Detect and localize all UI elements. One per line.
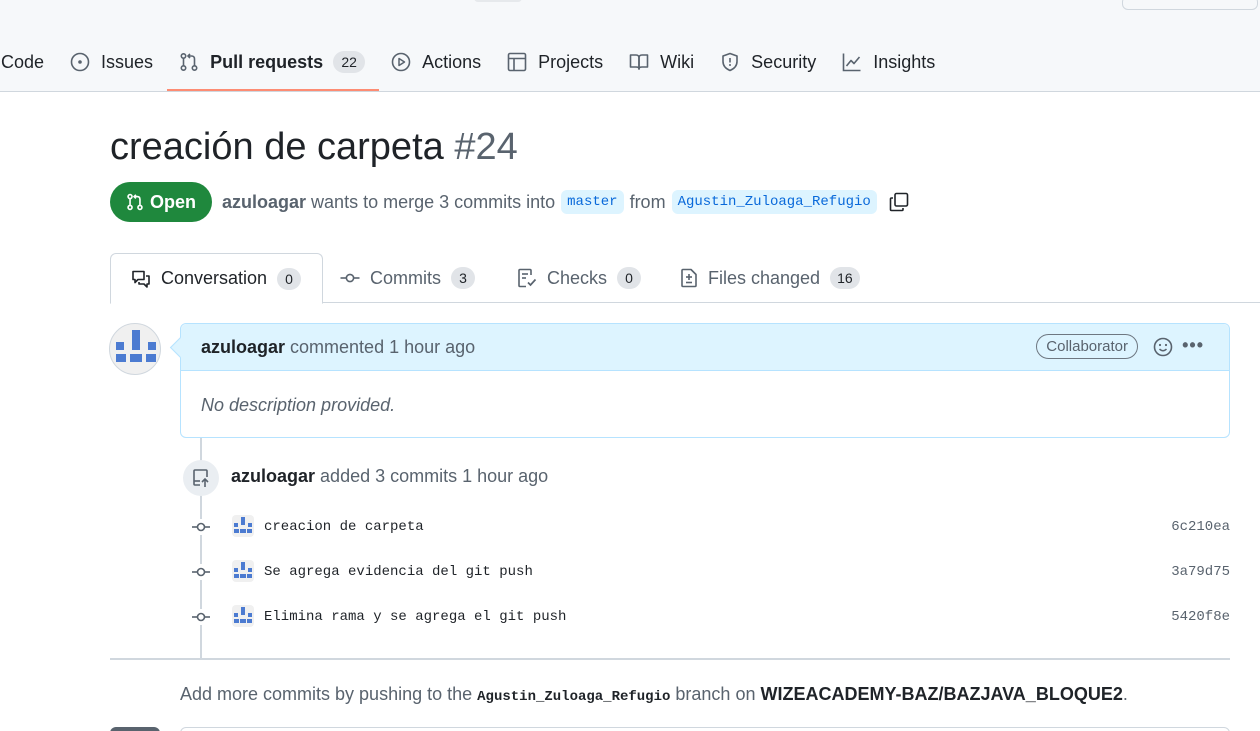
pr-title: creación de carpeta #24: [110, 126, 518, 169]
kebab-horizontal-icon[interactable]: •••: [1182, 335, 1204, 356]
nav-security[interactable]: Security: [708, 36, 830, 88]
commit-row: Se agrega evidencia del git push 3a79d75: [190, 560, 1230, 584]
pr-title-text: creación de carpeta: [110, 126, 444, 168]
push-hint-repo-link[interactable]: WIZEACADEMY-BAZ/BAZJAVA_BLOQUE2: [760, 684, 1122, 704]
checklist-icon: [517, 268, 537, 288]
event-text: added 3 commits 1 hour ago: [320, 466, 549, 486]
comment-body: No description provided.: [201, 395, 396, 415]
base-branch[interactable]: master: [561, 190, 624, 214]
nav-pull-requests-label: Pull requests: [210, 51, 324, 72]
tab-conversation[interactable]: Conversation 0: [110, 253, 324, 304]
play-icon: [391, 52, 411, 72]
pr-author-link[interactable]: azuloagar: [222, 192, 306, 213]
header-clipped-button[interactable]: [1122, 0, 1258, 10]
nav-security-label: Security: [751, 51, 817, 72]
repo-header: Code Issues Pull requests 22 Actions Pro…: [0, 0, 1260, 92]
nav-issues-label: Issues: [101, 51, 154, 72]
merge-text: wants to merge 3 commits into: [311, 191, 556, 212]
git-commit-icon: [191, 609, 211, 625]
role-badge: Collaborator: [1036, 334, 1138, 359]
tab-commits[interactable]: Commits 3: [340, 253, 475, 303]
avatar[interactable]: [109, 323, 161, 375]
commit-row: Elimina rama y se agrega el git push 542…: [190, 605, 1230, 629]
comment-time[interactable]: 1 hour ago: [389, 337, 475, 358]
tab-files-changed-count: 16: [830, 267, 860, 289]
event-author-link[interactable]: azuloagar: [231, 466, 315, 486]
commits-added-event: azuloagar added 3 commits 1 hour ago: [231, 466, 548, 487]
nav-actions[interactable]: Actions: [379, 36, 495, 88]
pr-tabs: Conversation 0 Commits 3 Checks 0 Files …: [110, 253, 1260, 304]
nav-projects[interactable]: Projects: [495, 36, 617, 88]
tab-files-changed-label: Files changed: [708, 267, 821, 288]
tab-checks[interactable]: Checks 0: [517, 253, 642, 303]
push-hint-suffix: .: [1122, 684, 1128, 704]
commit-message-link[interactable]: Se agrega evidencia del git push: [264, 564, 533, 580]
commit-sha-link[interactable]: 5420f8e: [1171, 609, 1230, 625]
tab-conversation-label: Conversation: [161, 268, 268, 288]
nav-wiki-label: Wiki: [660, 51, 695, 72]
state-badge: Open: [110, 182, 213, 222]
tab-files-changed[interactable]: Files changed 16: [680, 253, 860, 303]
git-commit-icon: [340, 268, 360, 288]
pr-state-row: Open azuloagar wants to merge 3 commits …: [110, 182, 909, 222]
push-hint-middle: branch on: [675, 684, 756, 704]
nav-actions-label: Actions: [422, 51, 482, 72]
tab-checks-count: 0: [617, 267, 642, 289]
avatar[interactable]: [232, 560, 254, 582]
comment-header: azuloagar commented 1 hour ago Collabora…: [181, 324, 1229, 371]
repo-push-icon: [183, 460, 219, 496]
graph-icon: [842, 52, 862, 72]
from-text: from: [629, 191, 666, 212]
repo-nav: Code Issues Pull requests 22 Actions Pro…: [0, 36, 949, 92]
avatar[interactable]: [232, 515, 254, 537]
file-diff-icon: [680, 268, 698, 288]
git-pull-request-icon: [127, 193, 143, 211]
state-label: Open: [150, 191, 197, 212]
commit-message-link[interactable]: Elimina rama y se agrega el git push: [264, 609, 566, 625]
git-commit-icon: [191, 519, 211, 535]
push-hint: Add more commits by pushing to the Agust…: [180, 684, 1128, 705]
shield-icon: [720, 52, 740, 72]
head-branch[interactable]: Agustin_Zuloaga_Refugio: [671, 190, 877, 214]
nav-code-label: Code: [1, 51, 45, 72]
comment-action: commented: [290, 336, 385, 357]
avatar[interactable]: [232, 605, 254, 627]
timeline-divider: [110, 658, 1230, 660]
pull-requests-count: 22: [333, 51, 366, 73]
tab-checks-label: Checks: [547, 267, 608, 288]
nav-issues[interactable]: Issues: [58, 36, 167, 88]
commit-sha-link[interactable]: 3a79d75: [1171, 564, 1230, 580]
table-icon: [507, 52, 527, 72]
nav-insights-label: Insights: [873, 51, 936, 72]
book-icon: [629, 52, 649, 72]
comment-discussion-icon: [131, 269, 151, 289]
tab-commits-count: 3: [451, 267, 475, 289]
commit-row: creacion de carpeta 6c210ea: [190, 515, 1230, 539]
pr-meta: azuloagar wants to merge 3 commits into …: [222, 190, 909, 214]
header-clipped-element: [474, 0, 522, 2]
nav-projects-label: Projects: [538, 51, 604, 72]
copy-icon[interactable]: [889, 192, 909, 212]
push-hint-prefix: Add more commits by pushing to the: [180, 684, 473, 704]
nav-pull-requests[interactable]: Pull requests 22: [167, 36, 380, 91]
avatar[interactable]: [110, 727, 160, 731]
commit-message-link[interactable]: creacion de carpeta: [264, 519, 424, 535]
comment-form-box: [180, 727, 1230, 731]
issue-opened-icon: [70, 52, 90, 72]
git-commit-icon: [191, 564, 211, 580]
pr-number: #24: [454, 126, 518, 168]
tab-commits-label: Commits: [370, 267, 441, 288]
comment-author-link[interactable]: azuloagar: [201, 337, 285, 358]
comment-box: azuloagar commented 1 hour ago Collabora…: [180, 323, 1230, 438]
smiley-icon[interactable]: [1153, 337, 1173, 357]
nav-wiki[interactable]: Wiki: [617, 36, 708, 88]
git-pull-request-icon: [179, 52, 199, 72]
push-hint-branch: Agustin_Zuloaga_Refugio: [477, 689, 671, 705]
nav-insights[interactable]: Insights: [830, 36, 949, 88]
commit-sha-link[interactable]: 6c210ea: [1171, 519, 1230, 535]
tab-conversation-count: 0: [277, 267, 302, 290]
nav-code[interactable]: Code: [0, 36, 58, 88]
